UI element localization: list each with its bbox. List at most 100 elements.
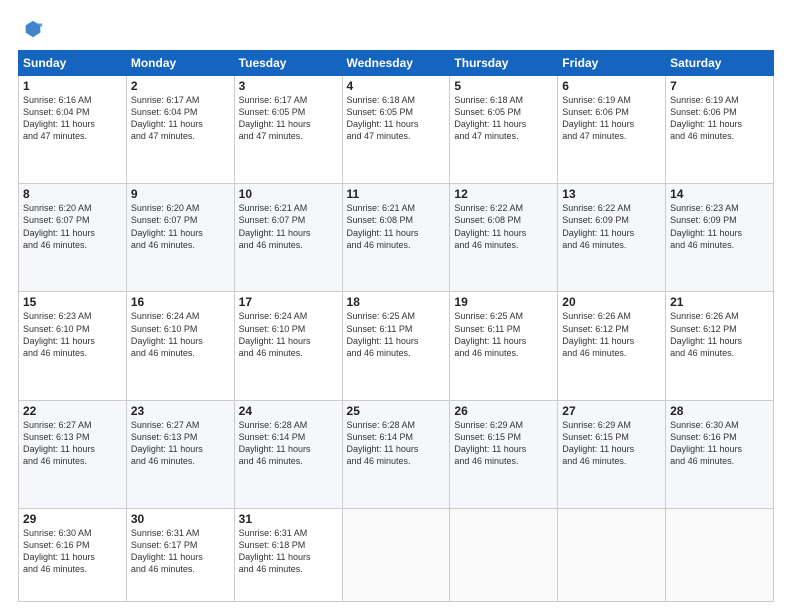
calendar-day-cell: 1Sunrise: 6:16 AMSunset: 6:04 PMDaylight… (19, 76, 127, 184)
day-number: 24 (239, 404, 338, 418)
day-info: Sunrise: 6:26 AMSunset: 6:12 PMDaylight:… (670, 310, 769, 359)
calendar-day-cell: 17Sunrise: 6:24 AMSunset: 6:10 PMDayligh… (234, 292, 342, 400)
calendar-day-cell: 8Sunrise: 6:20 AMSunset: 6:07 PMDaylight… (19, 184, 127, 292)
day-info: Sunrise: 6:26 AMSunset: 6:12 PMDaylight:… (562, 310, 661, 359)
day-number: 27 (562, 404, 661, 418)
day-info: Sunrise: 6:31 AMSunset: 6:18 PMDaylight:… (239, 527, 338, 576)
calendar-day-cell: 20Sunrise: 6:26 AMSunset: 6:12 PMDayligh… (558, 292, 666, 400)
day-number: 2 (131, 79, 230, 93)
calendar-day-cell: 23Sunrise: 6:27 AMSunset: 6:13 PMDayligh… (126, 400, 234, 508)
day-number: 21 (670, 295, 769, 309)
day-number: 15 (23, 295, 122, 309)
calendar-day-cell (342, 508, 450, 601)
day-info: Sunrise: 6:29 AMSunset: 6:15 PMDaylight:… (562, 419, 661, 468)
calendar-header-cell: Thursday (450, 51, 558, 76)
logo-icon (22, 18, 44, 40)
day-number: 17 (239, 295, 338, 309)
calendar-day-cell: 22Sunrise: 6:27 AMSunset: 6:13 PMDayligh… (19, 400, 127, 508)
calendar-header-cell: Wednesday (342, 51, 450, 76)
calendar-body: 1Sunrise: 6:16 AMSunset: 6:04 PMDaylight… (19, 76, 774, 602)
day-number: 31 (239, 512, 338, 526)
calendar-day-cell (558, 508, 666, 601)
day-number: 10 (239, 187, 338, 201)
calendar-day-cell: 28Sunrise: 6:30 AMSunset: 6:16 PMDayligh… (666, 400, 774, 508)
calendar-day-cell: 30Sunrise: 6:31 AMSunset: 6:17 PMDayligh… (126, 508, 234, 601)
calendar-header-cell: Saturday (666, 51, 774, 76)
day-info: Sunrise: 6:28 AMSunset: 6:14 PMDaylight:… (347, 419, 446, 468)
day-number: 4 (347, 79, 446, 93)
day-info: Sunrise: 6:20 AMSunset: 6:07 PMDaylight:… (131, 202, 230, 251)
day-number: 20 (562, 295, 661, 309)
calendar-day-cell: 12Sunrise: 6:22 AMSunset: 6:08 PMDayligh… (450, 184, 558, 292)
calendar-day-cell: 24Sunrise: 6:28 AMSunset: 6:14 PMDayligh… (234, 400, 342, 508)
day-number: 25 (347, 404, 446, 418)
day-number: 12 (454, 187, 553, 201)
day-number: 28 (670, 404, 769, 418)
calendar-day-cell: 26Sunrise: 6:29 AMSunset: 6:15 PMDayligh… (450, 400, 558, 508)
calendar-week-row: 15Sunrise: 6:23 AMSunset: 6:10 PMDayligh… (19, 292, 774, 400)
calendar-table: SundayMondayTuesdayWednesdayThursdayFrid… (18, 50, 774, 602)
calendar-day-cell: 14Sunrise: 6:23 AMSunset: 6:09 PMDayligh… (666, 184, 774, 292)
calendar-day-cell: 21Sunrise: 6:26 AMSunset: 6:12 PMDayligh… (666, 292, 774, 400)
calendar-week-row: 22Sunrise: 6:27 AMSunset: 6:13 PMDayligh… (19, 400, 774, 508)
calendar-header-cell: Monday (126, 51, 234, 76)
calendar-header-cell: Sunday (19, 51, 127, 76)
day-info: Sunrise: 6:23 AMSunset: 6:09 PMDaylight:… (670, 202, 769, 251)
calendar-week-row: 1Sunrise: 6:16 AMSunset: 6:04 PMDaylight… (19, 76, 774, 184)
day-info: Sunrise: 6:24 AMSunset: 6:10 PMDaylight:… (131, 310, 230, 359)
day-number: 22 (23, 404, 122, 418)
day-info: Sunrise: 6:30 AMSunset: 6:16 PMDaylight:… (23, 527, 122, 576)
day-number: 14 (670, 187, 769, 201)
calendar-day-cell: 31Sunrise: 6:31 AMSunset: 6:18 PMDayligh… (234, 508, 342, 601)
day-info: Sunrise: 6:21 AMSunset: 6:07 PMDaylight:… (239, 202, 338, 251)
day-number: 29 (23, 512, 122, 526)
calendar-day-cell: 7Sunrise: 6:19 AMSunset: 6:06 PMDaylight… (666, 76, 774, 184)
day-info: Sunrise: 6:17 AMSunset: 6:05 PMDaylight:… (239, 94, 338, 143)
calendar-day-cell: 16Sunrise: 6:24 AMSunset: 6:10 PMDayligh… (126, 292, 234, 400)
calendar-day-cell: 29Sunrise: 6:30 AMSunset: 6:16 PMDayligh… (19, 508, 127, 601)
calendar-day-cell: 18Sunrise: 6:25 AMSunset: 6:11 PMDayligh… (342, 292, 450, 400)
calendar-day-cell: 10Sunrise: 6:21 AMSunset: 6:07 PMDayligh… (234, 184, 342, 292)
calendar-day-cell: 15Sunrise: 6:23 AMSunset: 6:10 PMDayligh… (19, 292, 127, 400)
calendar-week-row: 8Sunrise: 6:20 AMSunset: 6:07 PMDaylight… (19, 184, 774, 292)
calendar-day-cell: 9Sunrise: 6:20 AMSunset: 6:07 PMDaylight… (126, 184, 234, 292)
day-number: 13 (562, 187, 661, 201)
calendar-day-cell: 13Sunrise: 6:22 AMSunset: 6:09 PMDayligh… (558, 184, 666, 292)
day-info: Sunrise: 6:23 AMSunset: 6:10 PMDaylight:… (23, 310, 122, 359)
day-number: 11 (347, 187, 446, 201)
day-info: Sunrise: 6:19 AMSunset: 6:06 PMDaylight:… (562, 94, 661, 143)
calendar-day-cell: 11Sunrise: 6:21 AMSunset: 6:08 PMDayligh… (342, 184, 450, 292)
header (18, 18, 774, 40)
calendar-day-cell (450, 508, 558, 601)
calendar-day-cell: 5Sunrise: 6:18 AMSunset: 6:05 PMDaylight… (450, 76, 558, 184)
page: SundayMondayTuesdayWednesdayThursdayFrid… (0, 0, 792, 612)
day-number: 5 (454, 79, 553, 93)
day-number: 1 (23, 79, 122, 93)
day-number: 6 (562, 79, 661, 93)
day-number: 18 (347, 295, 446, 309)
day-info: Sunrise: 6:27 AMSunset: 6:13 PMDaylight:… (23, 419, 122, 468)
day-info: Sunrise: 6:24 AMSunset: 6:10 PMDaylight:… (239, 310, 338, 359)
day-info: Sunrise: 6:17 AMSunset: 6:04 PMDaylight:… (131, 94, 230, 143)
calendar-day-cell (666, 508, 774, 601)
calendar-header-row: SundayMondayTuesdayWednesdayThursdayFrid… (19, 51, 774, 76)
day-info: Sunrise: 6:22 AMSunset: 6:08 PMDaylight:… (454, 202, 553, 251)
calendar-day-cell: 19Sunrise: 6:25 AMSunset: 6:11 PMDayligh… (450, 292, 558, 400)
logo (18, 18, 46, 40)
day-info: Sunrise: 6:21 AMSunset: 6:08 PMDaylight:… (347, 202, 446, 251)
day-info: Sunrise: 6:29 AMSunset: 6:15 PMDaylight:… (454, 419, 553, 468)
day-info: Sunrise: 6:28 AMSunset: 6:14 PMDaylight:… (239, 419, 338, 468)
calendar-day-cell: 27Sunrise: 6:29 AMSunset: 6:15 PMDayligh… (558, 400, 666, 508)
day-number: 26 (454, 404, 553, 418)
day-number: 16 (131, 295, 230, 309)
day-info: Sunrise: 6:20 AMSunset: 6:07 PMDaylight:… (23, 202, 122, 251)
day-info: Sunrise: 6:27 AMSunset: 6:13 PMDaylight:… (131, 419, 230, 468)
calendar-day-cell: 3Sunrise: 6:17 AMSunset: 6:05 PMDaylight… (234, 76, 342, 184)
day-info: Sunrise: 6:25 AMSunset: 6:11 PMDaylight:… (347, 310, 446, 359)
calendar-header-cell: Tuesday (234, 51, 342, 76)
day-info: Sunrise: 6:19 AMSunset: 6:06 PMDaylight:… (670, 94, 769, 143)
day-info: Sunrise: 6:18 AMSunset: 6:05 PMDaylight:… (347, 94, 446, 143)
day-number: 30 (131, 512, 230, 526)
day-info: Sunrise: 6:31 AMSunset: 6:17 PMDaylight:… (131, 527, 230, 576)
day-info: Sunrise: 6:18 AMSunset: 6:05 PMDaylight:… (454, 94, 553, 143)
